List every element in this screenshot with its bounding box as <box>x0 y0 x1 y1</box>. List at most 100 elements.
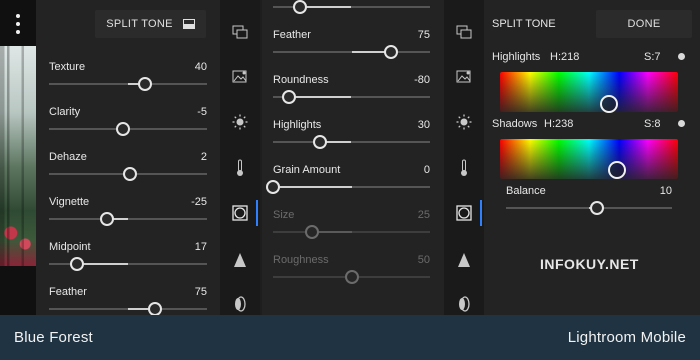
effects-a-slider-handle[interactable] <box>70 257 85 271</box>
split-tone-button-label: SPLIT TONE <box>106 18 173 30</box>
light-sun-icon[interactable] <box>230 112 250 132</box>
photo-strip <box>0 0 36 315</box>
effects-b-slider-label: Highlights <box>273 119 322 131</box>
detail-triangle-icon[interactable] <box>230 250 250 270</box>
balance-track[interactable] <box>506 207 672 209</box>
effects-a-slider-value: -25 <box>191 196 207 208</box>
effects-a-slider-label: Feather <box>49 286 87 298</box>
effects-b-slider-row[interactable]: Roundness -80 <box>273 74 430 108</box>
effects-b-slider-handle <box>305 225 320 239</box>
highlights-hue-picker[interactable] <box>500 72 678 113</box>
effects-a-slider-row[interactable]: Dehaze 2 <box>49 151 207 185</box>
effects-b-slider-track <box>273 231 430 233</box>
effects-a-slider-label: Texture <box>49 61 86 73</box>
effects-a-slider-row[interactable]: Clarity -5 <box>49 106 207 140</box>
done-button[interactable]: DONE <box>596 10 692 38</box>
effects-a-slider-row[interactable]: Texture 40 <box>49 61 207 95</box>
effects-a-slider-handle[interactable] <box>147 302 162 315</box>
effects-a-slider-track[interactable] <box>49 83 207 85</box>
active-tool-indicator <box>480 200 482 226</box>
effects-b-slider-row[interactable] <box>273 0 430 18</box>
effects-a-slider-handle[interactable] <box>122 167 137 181</box>
optics-lens-icon[interactable] <box>454 294 474 314</box>
effects-vignette-icon[interactable] <box>230 203 250 223</box>
balance-label: Balance <box>506 185 546 197</box>
effects-b-slider-track[interactable] <box>273 186 430 188</box>
effects-a-slider-handle[interactable] <box>138 77 153 91</box>
effects-b-slider-fill <box>299 6 352 8</box>
photo-preview[interactable] <box>0 46 36 266</box>
image-edit-icon[interactable] <box>230 66 250 86</box>
light-sun-icon[interactable] <box>454 112 474 132</box>
effects-b-slider-value: -80 <box>414 74 430 86</box>
color-thermometer-icon[interactable] <box>454 158 474 178</box>
tool-iconbar-1 <box>220 0 260 315</box>
effects-b-slider-handle[interactable] <box>281 90 296 104</box>
effects-a-slider-handle[interactable] <box>116 122 131 136</box>
effects-vignette-icon[interactable] <box>454 203 474 223</box>
highlights-reset-dot[interactable] <box>678 53 685 60</box>
effects-a-slider-value: -5 <box>197 106 207 118</box>
split-tone-title: SPLIT TONE <box>492 18 556 30</box>
effects-a-slider-label: Midpoint <box>49 241 91 253</box>
tool-iconbar-2 <box>444 0 484 315</box>
effects-b-slider-track[interactable] <box>273 141 430 143</box>
effects-b-slider-row: Roughness 50 <box>273 254 430 288</box>
effects-a-slider-label: Vignette <box>49 196 90 208</box>
more-menu-icon[interactable] <box>11 14 25 34</box>
effects-b-slider-handle <box>344 270 359 284</box>
effects-b-slider-label: Feather <box>273 29 311 41</box>
detail-triangle-icon[interactable] <box>454 250 474 270</box>
effects-a-slider-row[interactable]: Vignette -25 <box>49 196 207 230</box>
effects-b-slider-row[interactable]: Feather 75 <box>273 29 430 63</box>
effects-b-slider-value: 75 <box>417 29 430 41</box>
effects-a-slider-fill <box>77 263 128 265</box>
effects-b-slider-handle[interactable] <box>292 0 307 14</box>
effects-b-slider-row: Size 25 <box>273 209 430 243</box>
effects-a-slider-track[interactable] <box>49 218 207 220</box>
effects-b-slider-row[interactable]: Grain Amount 0 <box>266 164 430 198</box>
layers-icon[interactable] <box>454 22 474 42</box>
layers-icon[interactable] <box>230 22 250 42</box>
effects-a-slider-handle[interactable] <box>100 212 115 226</box>
shadows-hue-readout: H:238 <box>544 118 574 130</box>
effects-a-slider-label: Clarity <box>49 106 81 118</box>
effects-b-slider-row[interactable]: Highlights 30 <box>273 119 430 153</box>
effects-b-slider-value: 30 <box>417 119 430 131</box>
effects-panel-left: SPLIT TONE Texture 40 Clarity -5 Dehaze 2 Vign… <box>36 0 220 315</box>
shadows-hue-handle[interactable] <box>608 161 627 180</box>
effects-b-slider-value: 0 <box>423 164 430 176</box>
effects-b-slider-track[interactable] <box>273 51 430 53</box>
effects-a-slider-value: 2 <box>200 151 207 163</box>
effects-a-slider-value: 75 <box>194 286 207 298</box>
panel-toggle-icon <box>182 19 195 29</box>
shadows-hue-picker[interactable] <box>500 139 678 180</box>
optics-lens-icon[interactable] <box>230 294 250 314</box>
shadows-saturation-readout: S:8 <box>644 118 661 130</box>
effects-a-slider-value: 40 <box>194 61 207 73</box>
balance-handle[interactable] <box>590 201 605 215</box>
color-thermometer-icon[interactable] <box>230 158 250 178</box>
caption-footer: Blue Forest Lightroom Mobile <box>0 315 700 360</box>
highlights-saturation-readout: S:7 <box>644 51 661 63</box>
effects-a-slider-row[interactable]: Midpoint 17 <box>49 241 207 275</box>
shadows-label: Shadows <box>492 118 538 130</box>
effects-b-slider-handle[interactable] <box>383 45 398 59</box>
effects-a-slider-track[interactable] <box>49 308 207 310</box>
shadows-reset-dot[interactable] <box>678 120 685 127</box>
balance-value: 10 <box>659 185 672 197</box>
effects-a-slider-value: 17 <box>194 241 207 253</box>
effects-b-slider-value: 25 <box>417 209 430 221</box>
effects-b-slider-handle[interactable] <box>266 180 280 194</box>
footer-left-caption: Blue Forest <box>14 329 93 346</box>
highlights-hue-handle[interactable] <box>599 94 618 113</box>
effects-a-slider-row[interactable]: Feather 75 <box>49 286 207 315</box>
effects-b-slider-track[interactable] <box>273 96 430 98</box>
effects-b-slider-handle[interactable] <box>313 135 328 149</box>
split-tone-button[interactable]: SPLIT TONE <box>95 10 206 38</box>
image-edit-icon[interactable] <box>454 66 474 86</box>
app-window: SPLIT TONE Texture 40 Clarity -5 Dehaze 2 Vign… <box>0 0 700 315</box>
highlights-label: Highlights <box>492 51 541 63</box>
balance-slider-row[interactable]: Balance 10 <box>506 185 672 219</box>
effects-b-slider-label: Roughness <box>273 254 329 266</box>
